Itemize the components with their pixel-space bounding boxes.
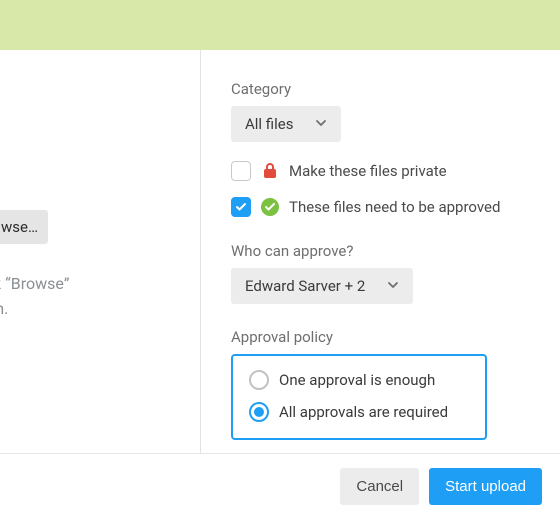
dialog-footer: Cancel Start upload (0, 453, 560, 519)
start-upload-button[interactable]: Start upload (429, 468, 542, 505)
policy-label: Approval policy (231, 328, 540, 346)
approver-label: Who can approve? (231, 242, 540, 260)
dropzone-hint: or click “Browse” ct them. (0, 272, 190, 322)
upload-dialog: wse… or click “Browse” ct them. Category… (0, 0, 560, 520)
notification-banner (0, 0, 560, 50)
radio-checked-icon (249, 402, 269, 422)
settings-panel: Category All files Make these files priv… (201, 50, 560, 453)
chevron-down-icon (387, 277, 399, 295)
policy-option-one[interactable]: One approval is enough (249, 370, 469, 390)
category-select-value: All files (245, 115, 293, 133)
start-upload-button-label: Start upload (445, 478, 526, 495)
private-label: Make these files private (289, 162, 447, 180)
policy-group: One approval is enough All approvals are… (231, 354, 487, 440)
approval-checkbox[interactable] (231, 197, 251, 217)
check-circle-icon (259, 196, 281, 218)
private-checkbox[interactable] (231, 161, 251, 181)
approver-select[interactable]: Edward Sarver + 2 (231, 268, 413, 304)
browse-button-label: wse… (1, 218, 38, 236)
approval-label: These files need to be approved (289, 198, 500, 216)
dropzone-panel: wse… or click “Browse” ct them. (0, 50, 190, 453)
radio-unchecked-icon (249, 370, 269, 390)
chevron-down-icon (315, 115, 327, 133)
cancel-button-label: Cancel (356, 478, 403, 495)
browse-button[interactable]: wse… (0, 210, 48, 244)
private-row: Make these files private (231, 160, 540, 182)
policy-option-all[interactable]: All approvals are required (249, 402, 469, 422)
category-select[interactable]: All files (231, 106, 341, 142)
dropzone-hint-line1: or click “Browse” (0, 274, 70, 293)
policy-option-all-label: All approvals are required (279, 403, 448, 421)
cancel-button[interactable]: Cancel (340, 468, 419, 505)
approver-select-value: Edward Sarver + 2 (245, 277, 365, 295)
policy-option-one-label: One approval is enough (279, 371, 435, 389)
dropzone-hint-line2: ct them. (0, 299, 8, 318)
category-label: Category (231, 80, 540, 98)
lock-icon (259, 160, 281, 182)
approval-row: These files need to be approved (231, 196, 540, 218)
dialog-body: wse… or click “Browse” ct them. Category… (0, 50, 560, 453)
